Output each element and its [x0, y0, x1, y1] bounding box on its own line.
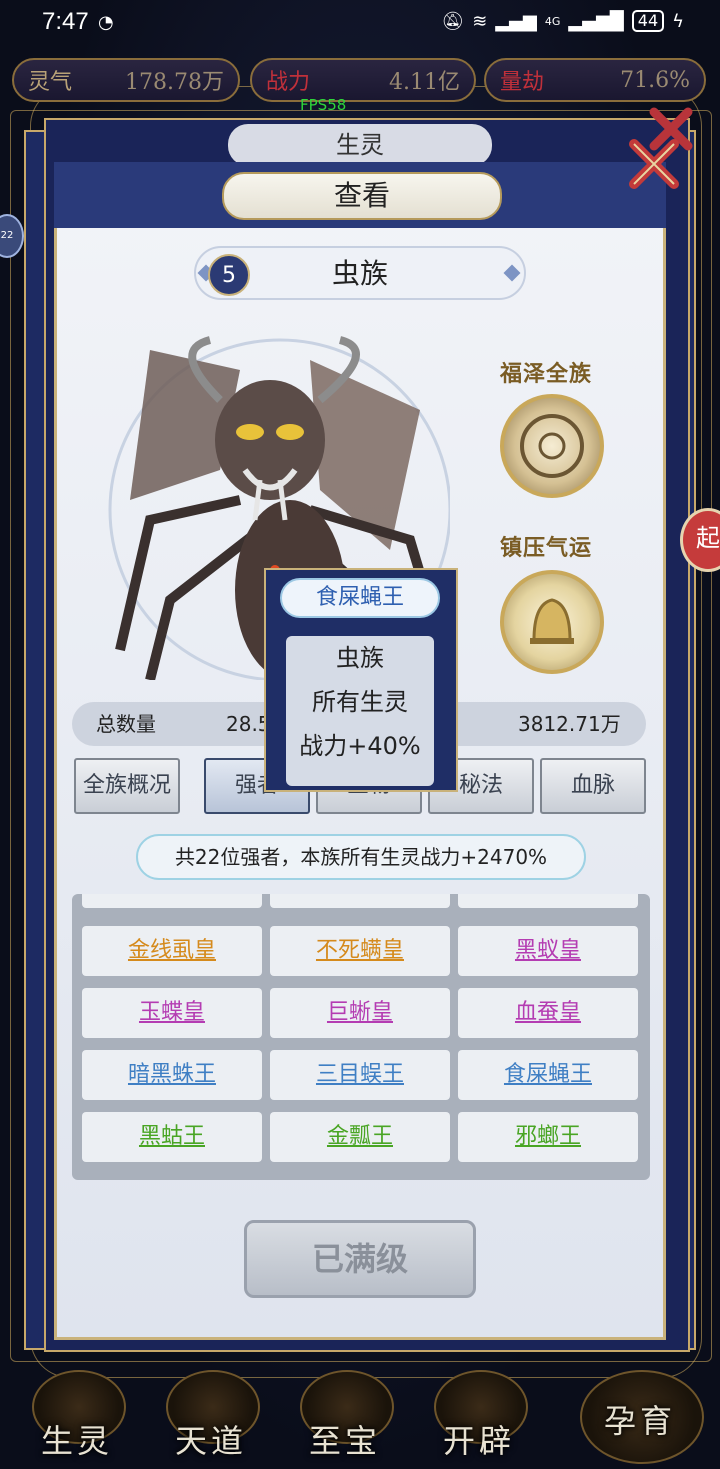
charging-icon: ϟ	[672, 10, 684, 32]
list-item[interactable]	[82, 894, 262, 908]
battery-level: 44	[631, 10, 665, 32]
champion-item[interactable]: 血蚕皇	[458, 988, 638, 1038]
combat-power-value: 3812.71万	[518, 712, 621, 736]
nav-zhibao[interactable]: 至宝	[280, 1370, 410, 1466]
status-time: 7:47	[42, 8, 89, 35]
champion-item[interactable]: 金线虱皇	[82, 926, 262, 976]
list-item[interactable]	[270, 894, 450, 908]
champion-item[interactable]: 食屎蝇王	[458, 1050, 638, 1100]
resource-zhanli: 战力 4.11亿	[250, 58, 476, 102]
nav-shengling[interactable]: 生灵	[12, 1370, 142, 1466]
total-count-label: 总数量	[96, 712, 156, 736]
signal-bars-icon: ▂▄▆	[495, 10, 537, 32]
signal-bars-icon: ▂▄▆█	[568, 10, 624, 32]
tooltip-title: 食屎蝇王	[280, 578, 440, 618]
resource-value: 71.6%	[620, 67, 690, 93]
resource-value: 178.78万	[125, 70, 224, 95]
panel-title: 查看	[222, 172, 502, 220]
race-name: 虫族	[331, 257, 388, 290]
nav-label: 开辟	[442, 1422, 515, 1460]
wifi-icon: ≋	[472, 10, 488, 32]
badge-label: 镇压气运	[500, 536, 593, 561]
resource-label: 灵气	[28, 70, 73, 95]
fps-counter: FPS58	[300, 96, 347, 114]
nav-kaipi[interactable]: 开辟	[414, 1370, 544, 1466]
tab-overview[interactable]: 全族概况	[74, 758, 180, 814]
champion-item[interactable]: 不死螨皇	[270, 926, 450, 976]
champion-item[interactable]: 三目蜈王	[270, 1050, 450, 1100]
nav-label: 至宝	[308, 1422, 381, 1460]
resource-label: 战力	[266, 70, 311, 95]
champion-item[interactable]: 暗黑蛛王	[82, 1050, 262, 1100]
champion-item[interactable]: 玉蝶皇	[82, 988, 262, 1038]
tooltip-line: 虫族	[336, 644, 384, 672]
nav-label: 孕育	[603, 1402, 676, 1440]
nav-label: 生灵	[40, 1422, 113, 1460]
status-icons: 🔕︎ ≋ ▂▄▆ 4G ▂▄▆█ 44 ϟ	[441, 10, 684, 32]
list-item[interactable]	[458, 894, 638, 908]
nav-yunyu[interactable]: 孕育	[570, 1360, 710, 1466]
resource-label: 量劫	[500, 70, 545, 95]
nav-label: 天道	[174, 1422, 247, 1460]
champion-item[interactable]: 黑蛄王	[82, 1112, 262, 1162]
badge-label: 福泽全族	[500, 362, 593, 387]
max-level-button[interactable]: 已满级	[244, 1220, 476, 1298]
resource-liangjie: 量劫 71.6%	[484, 58, 706, 102]
champion-item[interactable]: 巨蜥皇	[270, 988, 450, 1038]
status-bar: 7:47 ◔ 🔕︎ ≋ ▂▄▆ 4G ▂▄▆█ 44 ϟ	[0, 0, 720, 46]
tooltip-line: 战力+40%	[299, 732, 421, 760]
champion-item[interactable]: 金瓢王	[270, 1112, 450, 1162]
race-level-badge: 5	[208, 254, 250, 296]
nav-tiandao[interactable]: 天道	[146, 1370, 276, 1466]
coin-medal-icon[interactable]	[500, 394, 604, 498]
network-type: 4G	[544, 14, 561, 28]
champion-item[interactable]: 邪螂王	[458, 1112, 638, 1162]
bell-icon	[530, 598, 574, 644]
tab-bloodline[interactable]: 血脉	[540, 758, 646, 814]
champion-grid[interactable]: 金线虱皇 不死螨皇 黑蚁皇 玉蝶皇 巨蜥皇 血蚕皇 暗黑蛛王 三目蜈王 食屎蝇王…	[72, 894, 650, 1180]
resource-value: 4.11亿	[389, 70, 460, 95]
mute-icon: 🔕︎	[441, 10, 465, 32]
speed-icon: ◔	[98, 12, 114, 33]
tooltip-line: 所有生灵	[312, 688, 408, 716]
coin-icon	[520, 414, 584, 478]
bell-medal-icon[interactable]	[500, 570, 604, 674]
resource-lingqi: 灵气 178.78万	[12, 58, 240, 102]
champion-summary: 共22位强者，本族所有生灵战力+2470%	[136, 834, 586, 880]
close-button[interactable]	[626, 136, 682, 192]
tooltip-body: 虫族 所有生灵 战力+40%	[286, 636, 434, 786]
champion-item[interactable]: 黑蚁皇	[458, 926, 638, 976]
back-window-title: 生灵	[228, 124, 492, 166]
